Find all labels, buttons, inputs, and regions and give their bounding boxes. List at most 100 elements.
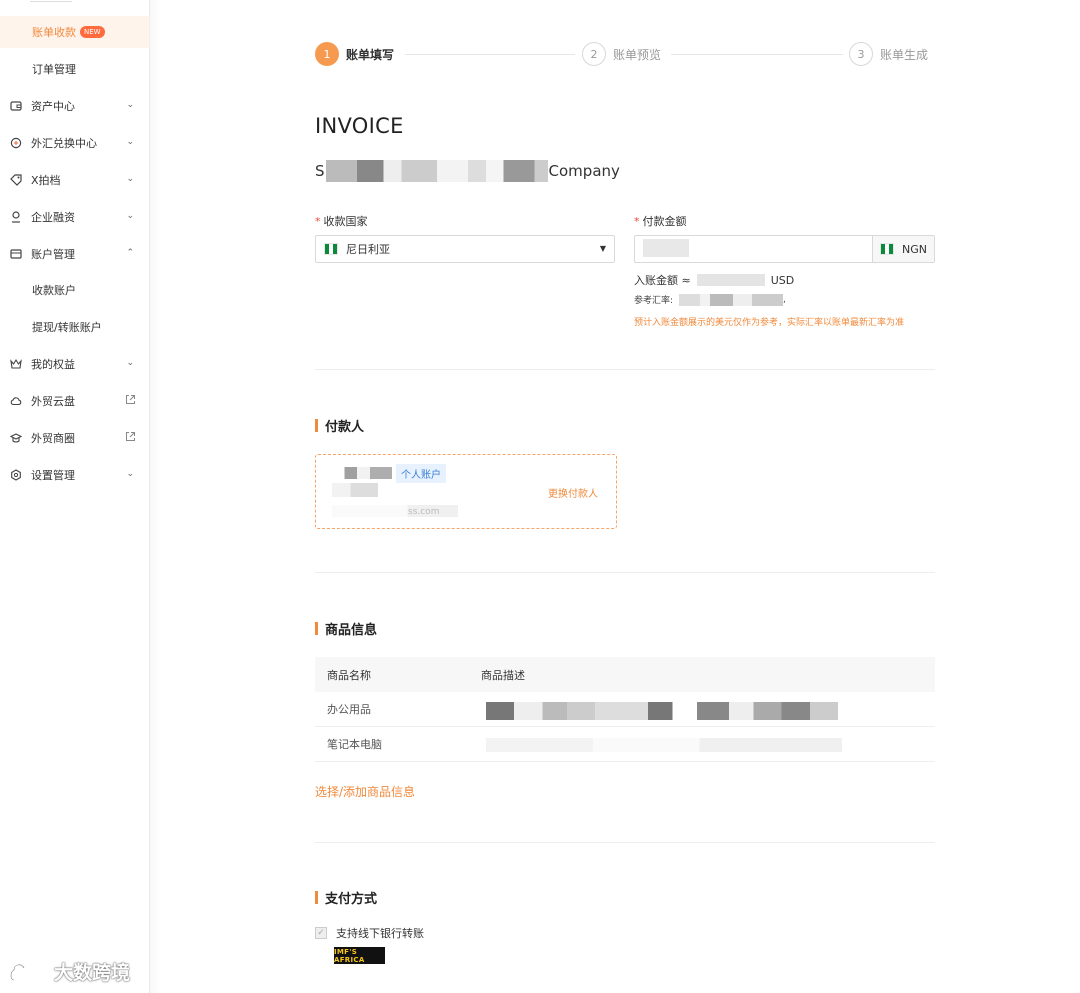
sidebar-item-x-partner[interactable]: X拍档 ⌄: [0, 164, 150, 196]
sidebar-item-label: 收款账户: [32, 284, 76, 297]
graduation-icon: [10, 432, 22, 444]
tag-icon: [10, 174, 22, 186]
amount-input[interactable]: NGN: [634, 235, 935, 263]
sidebar-item-financing[interactable]: 企业融资 ⌄: [0, 201, 150, 233]
sidebar-item-assets[interactable]: 资产中心 ⌄: [0, 90, 150, 122]
sidebar-item-label: 订单管理: [32, 63, 76, 76]
step-indicator: 1 账单填写 2 账单预览 3 账单生成: [315, 40, 935, 68]
checkbox[interactable]: ✓: [315, 927, 327, 939]
rate-suffix: ,: [783, 294, 786, 305]
watermark-text: 大数跨境: [54, 962, 131, 984]
sidebar-top-stub: [30, 0, 72, 2]
goods-section-title: 商品信息: [315, 619, 377, 638]
reference-rate: 参考汇率: ,: [634, 293, 786, 306]
payer-card[interactable]: 个人账户 ss.com 更换付款人: [315, 454, 617, 529]
step-connector: [405, 54, 575, 55]
bank-logo: IMF'S AFRICA: [334, 947, 385, 964]
sidebar-item-label: 设置管理: [31, 469, 75, 482]
column-header-name: 商品名称: [327, 668, 371, 682]
column-header-description: 商品描述: [481, 668, 525, 682]
payer-section-title: 付款人: [315, 416, 364, 435]
amount-label: * 付款金额: [634, 213, 687, 229]
watermark-logo-icon: [9, 963, 45, 981]
sidebar-item-my-benefits[interactable]: 我的权益 ⌄: [0, 348, 150, 380]
bank-transfer-option[interactable]: ✓ 支持线下银行转账: [315, 925, 424, 941]
sidebar-item-label: X拍档: [31, 174, 61, 187]
settings-icon: [10, 469, 22, 481]
sidebar-item-bill-collection[interactable]: 账单收款 NEW: [0, 16, 150, 48]
sidebar-item-withdraw-account[interactable]: 提现/转账账户: [0, 311, 150, 343]
change-payer-link[interactable]: 更换付款人: [548, 485, 598, 500]
redacted-mask: [679, 293, 784, 306]
arrival-amount: 入账金额 ≈ USD: [634, 272, 794, 288]
exchange-icon: [10, 137, 22, 149]
sidebar: 账单收款 NEW 订单管理 资产中心 ⌄ 外汇兑换中心 ⌄ X拍档 ⌄ 企业融资…: [0, 0, 161, 993]
redacted-mask: [325, 160, 548, 182]
chevron-down-icon: ⌄: [126, 211, 134, 221]
rate-label: 参考汇率:: [634, 296, 674, 306]
add-goods-link[interactable]: 选择/添加商品信息: [315, 783, 415, 800]
table-header: 商品名称 商品描述: [315, 657, 935, 692]
new-badge: NEW: [80, 26, 105, 38]
redacted-mask: [334, 467, 392, 479]
country-value: 尼日利亚: [346, 243, 390, 256]
step-1-circle: 1: [315, 42, 339, 66]
redacted-mask: [332, 483, 378, 497]
sidebar-item-label: 企业融资: [31, 211, 75, 224]
currency-addon: NGN: [872, 236, 934, 262]
nigeria-flag-icon: [880, 243, 894, 255]
amount-label-text: 付款金额: [642, 215, 687, 228]
sidebar-item-label: 账单收款: [32, 26, 76, 39]
chevron-up-icon: ⌃: [126, 248, 134, 258]
sidebar-item-trade-circle[interactable]: 外贸商圈: [0, 422, 150, 454]
divider: [315, 572, 935, 573]
chevron-down-icon: ⌄: [126, 469, 134, 479]
sidebar-item-label: 我的权益: [31, 358, 75, 371]
section-accent-bar: [315, 891, 318, 904]
redacted-mask: [643, 239, 689, 257]
section-title-text: 支付方式: [325, 892, 378, 907]
divider: [315, 842, 935, 843]
sidebar-item-receiving-account[interactable]: 收款账户: [0, 274, 150, 306]
goods-name-cell: 笔记本电脑: [327, 738, 382, 751]
step-3-circle: 3: [849, 42, 873, 66]
section-title-text: 商品信息: [325, 623, 378, 638]
sidebar-item-label: 提现/转账账户: [32, 321, 102, 334]
watermark: 大数跨境: [8, 958, 130, 985]
sidebar-item-cloud-drive[interactable]: 外贸云盘: [0, 385, 150, 417]
table-row[interactable]: 笔记本电脑: [315, 727, 935, 762]
sidebar-item-label: 外汇兑换中心: [31, 137, 97, 150]
currency-code: NGN: [902, 242, 927, 256]
account-type-tag: 个人账户: [396, 464, 446, 483]
crown-icon: [10, 358, 22, 370]
required-mark: *: [315, 215, 321, 228]
step-connector: [671, 54, 843, 55]
chevron-down-icon: ⌄: [126, 358, 134, 368]
section-accent-bar: [315, 622, 318, 635]
sidebar-item-order-management[interactable]: 订单管理: [0, 53, 150, 85]
company-suffix: Company: [548, 162, 620, 180]
step-2-label: 账单预览: [613, 48, 662, 62]
sidebar-item-label: 外贸商圈: [31, 432, 75, 445]
table-row[interactable]: 办公用品: [315, 692, 935, 727]
sidebar-item-settings[interactable]: 设置管理 ⌄: [0, 459, 150, 491]
step-3-label: 账单生成: [880, 48, 929, 62]
sidebar-item-account-management[interactable]: 账户管理 ⌃: [0, 238, 150, 270]
chevron-down-icon: ⌄: [126, 174, 134, 184]
arrival-label: 入账金额 ≈: [634, 274, 691, 287]
required-mark: *: [634, 215, 640, 228]
caret-down-icon: ▼: [599, 244, 606, 253]
sidebar-item-label: 外贸云盘: [31, 395, 75, 408]
bank-transfer-label: 支持线下银行转账: [336, 927, 424, 940]
sidebar-item-fx-exchange[interactable]: 外汇兑换中心 ⌄: [0, 127, 150, 159]
goods-table: 商品名称 商品描述 办公用品 笔记本电脑: [315, 657, 935, 762]
wallet-icon: [10, 100, 22, 112]
redacted-mask: [696, 274, 765, 286]
country-label: * 收款国家: [315, 213, 368, 229]
sidebar-item-label: 账户管理: [31, 248, 75, 261]
step-1-label: 账单填写: [346, 48, 395, 62]
payment-section-title: 支付方式: [315, 888, 377, 907]
country-select[interactable]: 尼日利亚 ▼: [315, 235, 615, 263]
company-name: S Company: [315, 160, 620, 182]
redacted-mask: [486, 738, 842, 752]
